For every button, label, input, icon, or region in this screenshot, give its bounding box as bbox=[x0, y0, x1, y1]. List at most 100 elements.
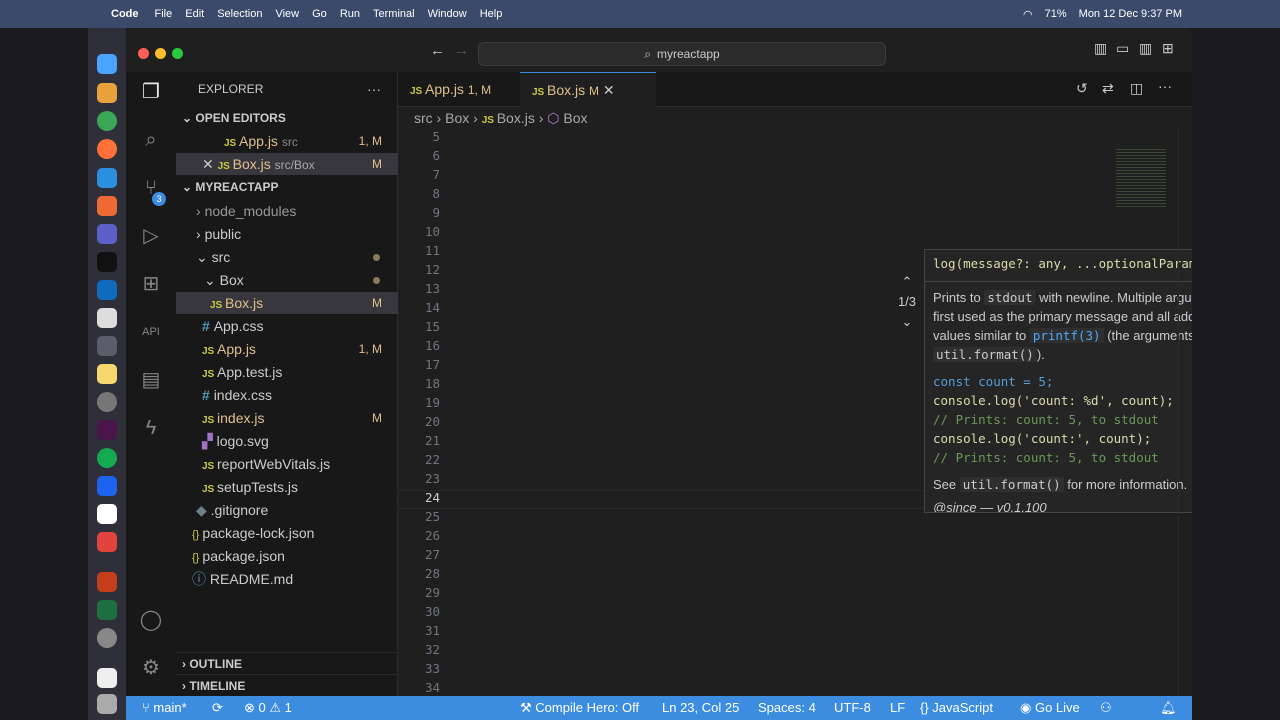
tree-item-public[interactable]: › public bbox=[176, 223, 398, 245]
branch-status[interactable]: ⑂ main* bbox=[142, 696, 187, 720]
more-actions-icon[interactable]: ··· bbox=[367, 72, 381, 107]
tree-item-readme[interactable]: ⓘ README.md bbox=[176, 568, 398, 590]
close-tab-icon[interactable]: ✕ bbox=[603, 82, 615, 98]
chrome-icon[interactable] bbox=[97, 111, 117, 131]
tree-item-appjs[interactable]: JS App.js 1, M bbox=[176, 338, 398, 360]
toggle-secondary-sidebar-icon[interactable]: ▥ bbox=[1139, 40, 1152, 57]
compare-changes-icon[interactable]: ⇄ bbox=[1102, 80, 1114, 97]
tree-item-appcss[interactable]: # App.css bbox=[176, 315, 398, 337]
chevron-down-icon[interactable]: ⌄ bbox=[892, 312, 922, 332]
timeline-history-icon[interactable]: ↺ bbox=[1076, 80, 1088, 97]
tree-item-src[interactable]: ⌄ src bbox=[176, 246, 398, 268]
firefox-icon[interactable] bbox=[97, 139, 117, 159]
tree-item-indexcss[interactable]: # index.css bbox=[176, 384, 398, 406]
compile-hero-status[interactable]: ⚒ Compile Hero: Off bbox=[520, 696, 639, 720]
excel-icon[interactable] bbox=[97, 600, 117, 620]
zoom-window-button[interactable] bbox=[172, 48, 183, 59]
problems-status[interactable]: ⊗ 0 ⚠ 1 bbox=[244, 696, 292, 720]
close-window-button[interactable] bbox=[138, 48, 149, 59]
mongodb-icon[interactable] bbox=[97, 448, 117, 468]
api-icon[interactable] bbox=[97, 336, 117, 356]
toggle-panel-icon[interactable]: ▭ bbox=[1116, 40, 1129, 57]
tree-item-packagelock[interactable]: {} package-lock.json bbox=[176, 522, 398, 544]
outlook-icon[interactable] bbox=[97, 280, 117, 300]
run-debug-icon[interactable]: ▷ bbox=[139, 224, 163, 248]
language-mode[interactable]: {} JavaScript bbox=[920, 696, 993, 720]
breadcrumb-src[interactable]: src bbox=[414, 110, 433, 126]
calendar-icon[interactable] bbox=[97, 504, 117, 524]
powerpoint-icon[interactable] bbox=[97, 572, 117, 592]
thunder-icon[interactable]: ϟ bbox=[139, 416, 163, 440]
camera-icon[interactable] bbox=[97, 308, 117, 328]
encoding[interactable]: UTF-8 bbox=[834, 696, 871, 720]
battery-label[interactable]: 71% bbox=[1045, 8, 1067, 20]
timeline-header[interactable]: › TIMELINE bbox=[176, 674, 398, 696]
postman-icon[interactable] bbox=[97, 196, 117, 216]
tree-item-package[interactable]: {} package.json bbox=[176, 545, 398, 567]
terminal-icon[interactable] bbox=[97, 252, 117, 272]
open-editor-item-app[interactable]: JS App.js src 1, M bbox=[176, 130, 398, 152]
menu-terminal[interactable]: Terminal bbox=[373, 8, 415, 20]
tree-item-apptest[interactable]: JS App.test.js bbox=[176, 361, 398, 383]
teams-icon[interactable] bbox=[97, 224, 117, 244]
menu-go[interactable]: Go bbox=[312, 8, 327, 20]
explorer-icon[interactable]: ❐ bbox=[139, 80, 163, 104]
sync-icon[interactable]: ⟳ bbox=[212, 696, 223, 720]
cursor-position[interactable]: Ln 23, Col 25 bbox=[662, 696, 739, 720]
outline-header[interactable]: › OUTLINE bbox=[176, 652, 398, 674]
menu-file[interactable]: File bbox=[155, 8, 173, 20]
tree-item-webvitals[interactable]: JS reportWebVitals.js bbox=[176, 453, 398, 475]
end-of-line[interactable]: LF bbox=[890, 696, 905, 720]
tree-item-setuptests[interactable]: JS setupTests.js bbox=[176, 476, 398, 498]
toggle-sidebar-icon[interactable]: ▥ bbox=[1094, 40, 1107, 57]
docker-icon[interactable]: ▤ bbox=[139, 368, 163, 392]
notes-icon[interactable] bbox=[97, 364, 117, 384]
notifications-icon[interactable]: 🔔︎ bbox=[1160, 696, 1177, 720]
command-center[interactable]: ⌕ myreactapp bbox=[478, 42, 886, 66]
tree-item-box[interactable]: ⌄ Box bbox=[176, 269, 398, 291]
minimap[interactable] bbox=[1108, 129, 1178, 696]
close-icon[interactable]: ✕ bbox=[202, 156, 218, 172]
finder-icon[interactable] bbox=[97, 54, 117, 74]
tree-item-node-modules[interactable]: › node_modules bbox=[176, 200, 398, 222]
app-menu[interactable]: Code bbox=[111, 8, 139, 20]
account-icon[interactable]: ◯ bbox=[139, 608, 163, 632]
trash-icon[interactable] bbox=[97, 694, 117, 714]
minimize-window-button[interactable] bbox=[155, 48, 166, 59]
search-view-icon[interactable]: ⌕ bbox=[139, 128, 163, 152]
printf-link[interactable]: printf(3) bbox=[1029, 328, 1104, 343]
document-icon[interactable] bbox=[97, 668, 117, 688]
tree-item-indexjs[interactable]: JS index.js M bbox=[176, 407, 398, 429]
docker-icon[interactable] bbox=[97, 476, 117, 496]
go-live-button[interactable]: ◉ Go Live bbox=[1020, 696, 1080, 720]
breadcrumb-file[interactable]: Box.js bbox=[497, 110, 535, 126]
project-header[interactable]: ⌄ MYREACTAPP bbox=[176, 176, 398, 198]
back-arrow-icon[interactable]: ← bbox=[430, 42, 445, 59]
slack-icon[interactable] bbox=[97, 420, 117, 440]
breadcrumb-symbol[interactable]: Box bbox=[563, 110, 587, 126]
feedback-icon[interactable]: ⚇ bbox=[1100, 696, 1112, 720]
menu-run[interactable]: Run bbox=[340, 8, 360, 20]
wifi-icon[interactable]: ◠ bbox=[1023, 8, 1033, 21]
launchpad-icon[interactable] bbox=[97, 83, 117, 103]
settings-icon[interactable] bbox=[97, 392, 117, 412]
indentation[interactable]: Spaces: 4 bbox=[758, 696, 816, 720]
menu-view[interactable]: View bbox=[275, 8, 299, 20]
manage-gear-icon[interactable]: ⚙ bbox=[139, 656, 163, 680]
menu-edit[interactable]: Edit bbox=[185, 8, 204, 20]
tree-item-boxjs[interactable]: JS Box.js M bbox=[176, 292, 398, 314]
extensions-icon[interactable]: ⊞ bbox=[139, 272, 163, 296]
tree-item-gitignore[interactable]: ◆ .gitignore bbox=[176, 499, 398, 521]
chevron-up-icon[interactable]: ⌃ bbox=[892, 272, 922, 292]
menu-selection[interactable]: Selection bbox=[217, 8, 262, 20]
tree-item-logo[interactable]: ▞ logo.svg bbox=[176, 430, 398, 452]
api-icon[interactable]: API bbox=[139, 320, 163, 344]
app-icon[interactable] bbox=[97, 532, 117, 552]
open-editors-header[interactable]: ⌄ OPEN EDITORS bbox=[176, 107, 398, 129]
breadcrumb-box-folder[interactable]: Box bbox=[445, 110, 469, 126]
open-editor-item-box[interactable]: ✕ JS Box.js src/Box M bbox=[176, 153, 398, 175]
forward-arrow-icon[interactable]: → bbox=[454, 42, 469, 59]
utility-icon[interactable] bbox=[97, 628, 117, 648]
menu-help[interactable]: Help bbox=[480, 8, 503, 20]
more-actions-icon[interactable]: ··· bbox=[1158, 78, 1172, 94]
